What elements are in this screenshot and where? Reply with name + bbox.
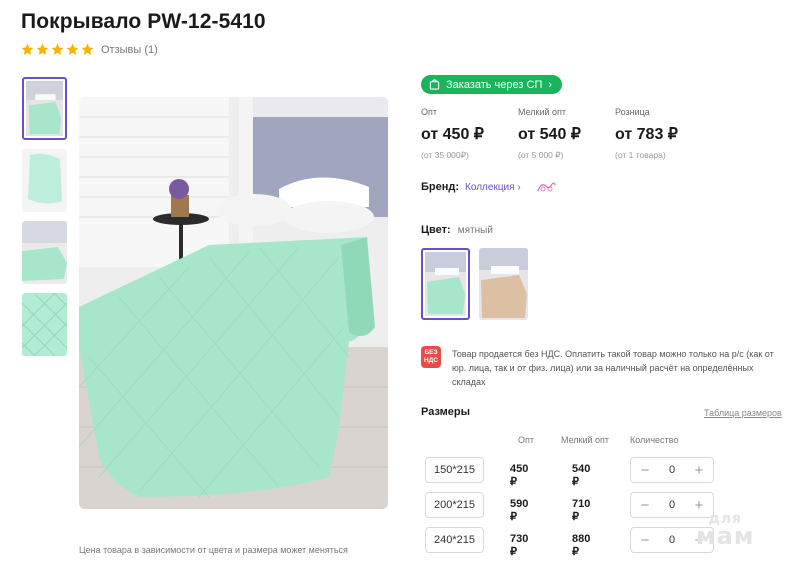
price-retail-label: Розница xyxy=(615,107,650,117)
size-small-opt-price: 880 ₽ xyxy=(572,533,591,558)
color-row: Цвет: мятный xyxy=(421,224,493,236)
thumbnail-1[interactable] xyxy=(22,77,67,140)
star-icon xyxy=(21,43,34,55)
price-small-opt: Мелкий опт от 540 ₽ (от 5 000 ₽) xyxy=(518,107,581,161)
quantity-value[interactable]: 0 xyxy=(669,534,675,546)
price-retail: Розница от 783 ₽ (от 1 товара) xyxy=(615,107,678,160)
price-opt-min: (от 35 000₽) xyxy=(421,150,469,160)
price-note: Цена товара в зависимости от цвета и раз… xyxy=(79,545,348,555)
watermark-logo: для мам xyxy=(696,512,754,548)
size-chip: 150*215 xyxy=(425,457,484,483)
brand-label: Бренд: xyxy=(421,181,460,193)
brand-row: Бренд: Коллекция › xyxy=(421,180,557,194)
plus-icon[interactable]: + xyxy=(693,498,705,513)
no-vat-badge: БЕЗ НДС xyxy=(421,346,441,368)
no-vat-badge-line-2: НДС xyxy=(423,357,439,364)
star-icon xyxy=(81,43,94,55)
rating[interactable]: Отзывы (1) xyxy=(21,43,158,56)
minus-icon[interactable]: − xyxy=(639,533,651,548)
thumbnail-4[interactable] xyxy=(22,293,67,356)
color-swatch-beige[interactable] xyxy=(479,248,528,320)
color-value: мятный xyxy=(457,225,493,236)
chevron-right-icon: › xyxy=(548,78,553,91)
vat-notice: Товар продается без НДС. Оплатить такой … xyxy=(452,349,774,387)
thumbnail-list xyxy=(22,77,67,365)
star-icon xyxy=(36,43,49,55)
price-small-opt-label: Мелкий опт xyxy=(518,107,567,117)
column-header-qty: Количество xyxy=(630,435,679,445)
price-opt-value: от 450 ₽ xyxy=(421,126,484,143)
star-icon xyxy=(66,43,79,55)
size-small-opt-price: 540 ₽ xyxy=(572,463,591,488)
main-product-image[interactable] xyxy=(79,97,388,509)
quantity-value[interactable]: 0 xyxy=(669,499,675,511)
color-swatch-mint[interactable] xyxy=(421,248,470,320)
price-retail-value: от 783 ₽ xyxy=(615,126,678,143)
minus-icon[interactable]: − xyxy=(639,463,651,478)
brand-name: Коллекция xyxy=(465,181,515,193)
size-chip: 200*215 xyxy=(425,492,484,518)
price-small-opt-value: от 540 ₽ xyxy=(518,126,581,143)
page-title: Покрывало PW-12-5410 xyxy=(21,10,266,33)
size-small-opt-price: 710 ₽ xyxy=(572,498,591,523)
price-retail-min: (от 1 товара) xyxy=(615,150,666,160)
no-vat-badge-line-1: БЕЗ xyxy=(424,349,438,356)
size-chart-link[interactable]: Таблица размеров xyxy=(704,408,782,418)
watermark-line-2: мам xyxy=(696,522,755,550)
sizes-title: Размеры xyxy=(421,406,471,418)
size-opt-price: 730 ₽ xyxy=(510,533,529,558)
minus-icon[interactable]: − xyxy=(639,498,651,513)
brand-link[interactable]: Коллекция › xyxy=(465,182,521,193)
column-header-opt: Опт xyxy=(518,435,534,445)
color-label: Цвет: xyxy=(421,224,451,236)
quantity-stepper: − 0 + xyxy=(630,457,714,483)
plus-icon[interactable]: + xyxy=(693,463,705,478)
brand-logo-icon xyxy=(537,182,556,192)
size-chip: 240*215 xyxy=(425,527,484,553)
price-opt: Опт от 450 ₽ (от 35 000₽) xyxy=(421,107,484,161)
size-opt-price: 590 ₽ xyxy=(510,498,529,523)
price-opt-label: Опт xyxy=(421,107,437,117)
size-opt-price: 450 ₽ xyxy=(510,463,529,488)
price-small-opt-min: (от 5 000 ₽) xyxy=(518,150,564,160)
column-header-small-opt: Мелкий опт xyxy=(561,435,610,445)
thumbnail-3[interactable] xyxy=(22,221,67,284)
star-icon xyxy=(51,43,64,55)
order-via-sp-label: Заказать через СП xyxy=(446,78,543,91)
shopping-bag-icon xyxy=(429,79,440,90)
thumbnail-2[interactable] xyxy=(22,149,67,212)
order-via-sp-button[interactable]: Заказать через СП › xyxy=(421,75,563,94)
reviews-link[interactable]: Отзывы (1) xyxy=(101,44,158,56)
quantity-value[interactable]: 0 xyxy=(669,464,675,476)
